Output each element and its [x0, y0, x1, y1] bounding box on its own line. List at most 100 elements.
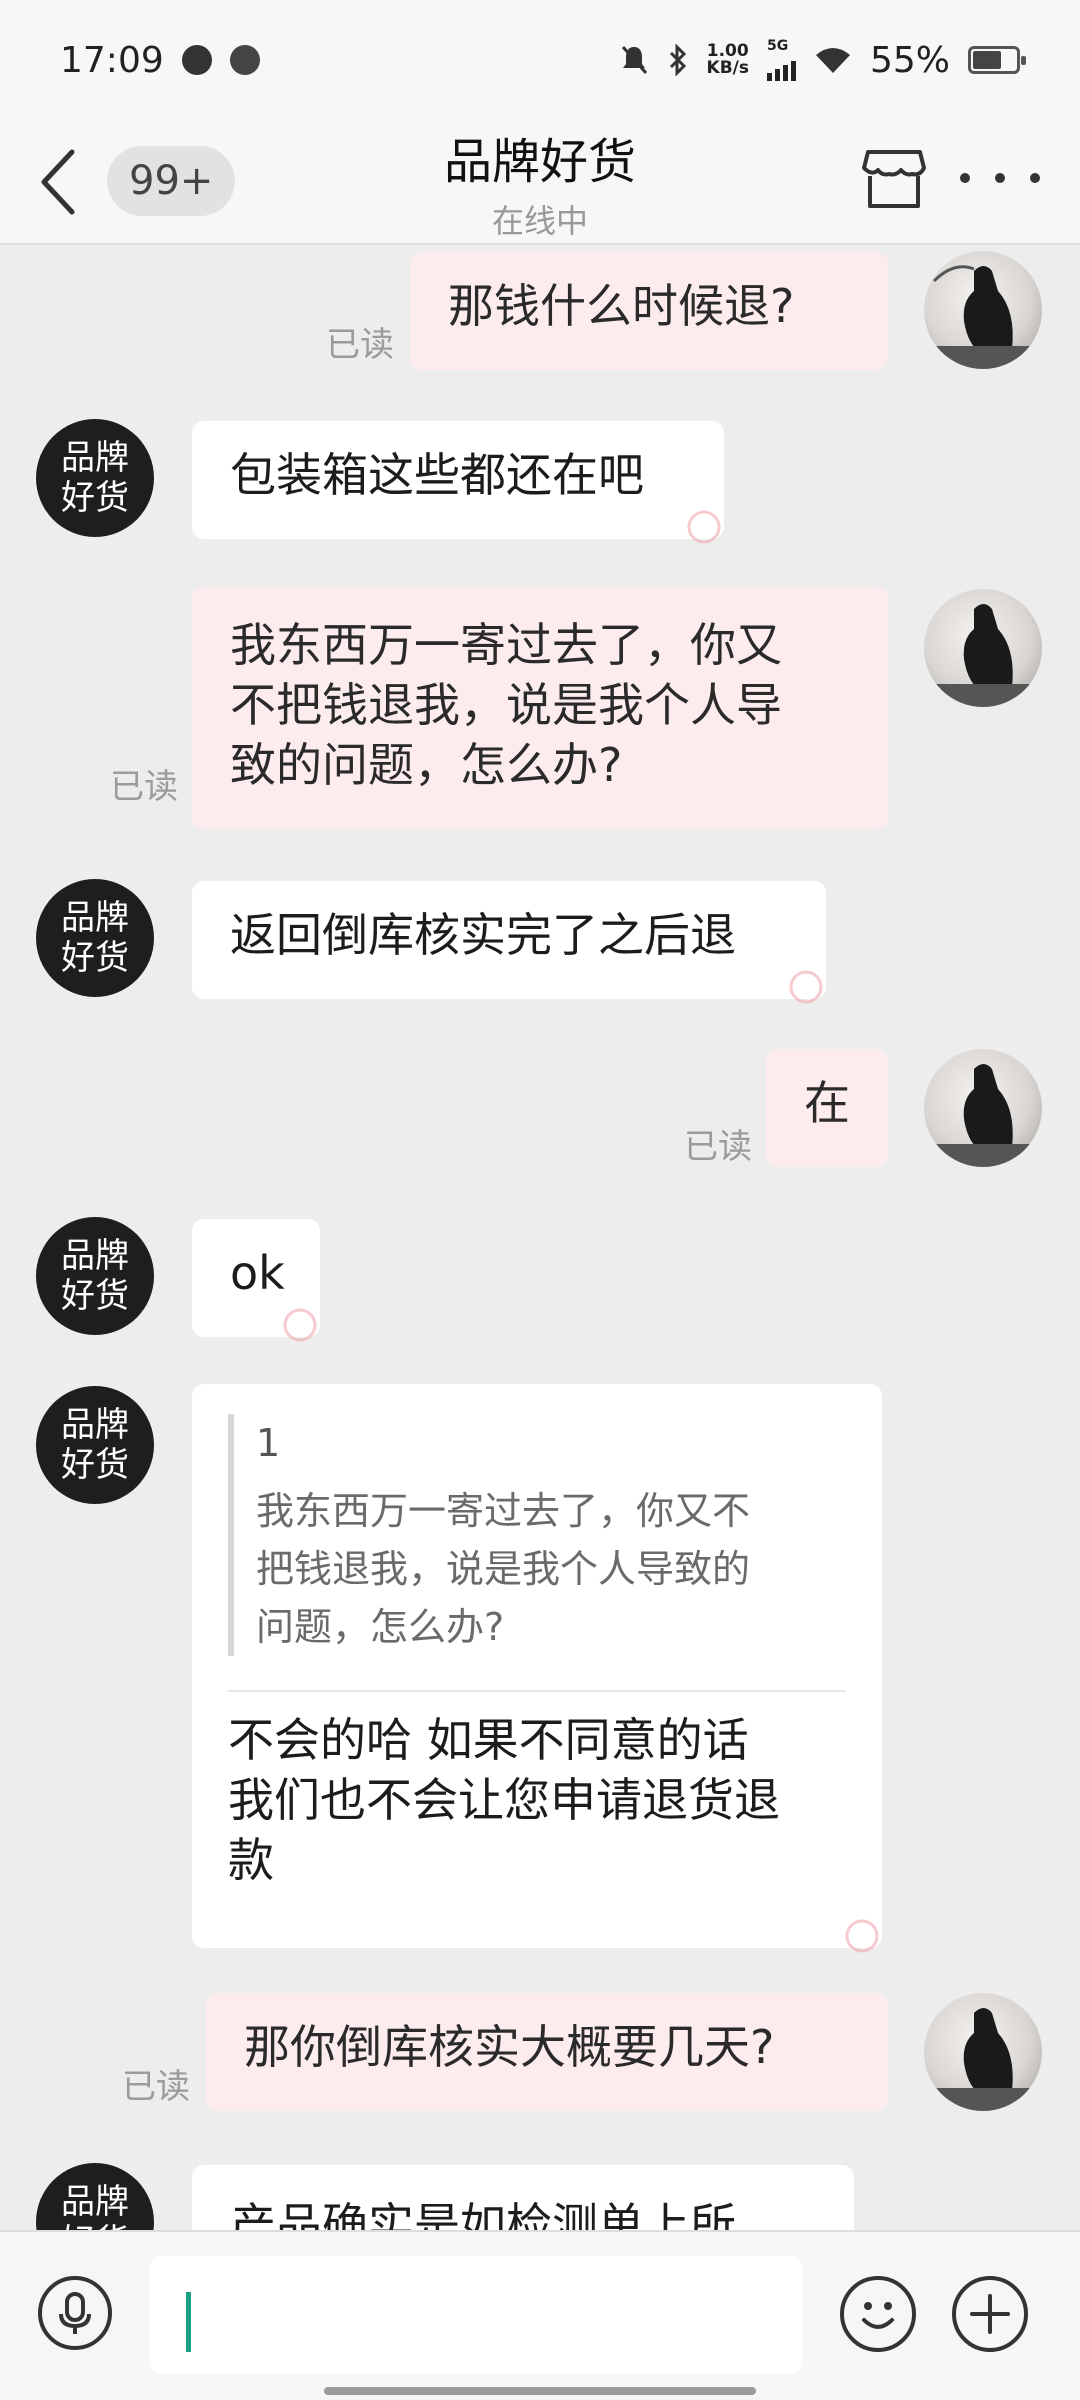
shop-avatar[interactable]: 品牌 好货 [36, 2163, 154, 2230]
message-bubble[interactable]: 返回倒库核实完了之后退 [192, 881, 826, 1004]
dot-icon [995, 173, 1005, 183]
crow-icon [924, 1064, 1042, 1167]
shop-watermark-icon [789, 970, 823, 1004]
message-line: 我东西万一寄过去了，你又 [230, 618, 782, 672]
shop-avatar[interactable]: 品牌 好货 [36, 1217, 154, 1335]
microphone-icon [59, 2292, 91, 2334]
chat-area[interactable]: 已读 那钱什么时候退? 品牌 好货 包装箱这些都还在吧 已读 我东西万一寄过去了… [0, 247, 1080, 2230]
message-bubble[interactable]: ok [192, 1219, 320, 1342]
text-cursor [186, 2292, 191, 2352]
user-avatar[interactable] [924, 1993, 1042, 2111]
shop-watermark-icon [845, 1919, 879, 1953]
read-receipt: 已读 [122, 2067, 190, 2107]
timer-icon [229, 45, 260, 75]
store-icon[interactable] [860, 144, 928, 212]
voice-input-button[interactable] [38, 2276, 112, 2350]
signal-bars-icon [766, 53, 796, 81]
message-text: 那你倒库核实大概要几天? [244, 2020, 775, 2074]
shop-watermark-icon [687, 510, 721, 544]
message-bubble[interactable]: 那你倒库核实大概要几天? [206, 1993, 888, 2111]
quoted-message[interactable]: 1 我东西万一寄过去了，你又不 把钱退我，说是我个人导致的 问题，怎么办? [228, 1414, 846, 1656]
battery-percent: 55% [869, 39, 950, 81]
shop-avatar-line2: 好货 [61, 478, 129, 518]
shop-avatar[interactable]: 品牌 好货 [36, 419, 154, 537]
smiley-icon [862, 2302, 894, 2329]
more-actions-button[interactable] [952, 2276, 1028, 2352]
plus-icon [970, 2294, 1010, 2334]
network-type: 5G [766, 38, 789, 54]
message-bubble[interactable]: 我东西万一寄过去了，你又 不把钱退我，说是我个人导 致的问题，怎么办? [192, 587, 888, 829]
quote-line: 把钱退我，说是我个人导致的 [256, 1547, 751, 1591]
crow-icon [924, 265, 1042, 369]
message-text: 返回倒库核实完了之后退 [230, 908, 736, 962]
more-options-button[interactable] [960, 148, 1040, 208]
message-outgoing: 已读 那你倒库核实大概要几天? [0, 1987, 1080, 2117]
message-text: 在 [804, 1076, 850, 1130]
emoji-button[interactable] [840, 2276, 916, 2352]
message-text: 包装箱这些都还在吧 [230, 448, 644, 502]
shop-avatar-line2: 好货 [61, 2222, 129, 2230]
message-line: 不会的哈 如果不同意的话 [228, 1713, 749, 1767]
status-bar: 17:09 1.00 KB/s 5G 55% [0, 0, 1080, 120]
dot-icon [1030, 173, 1040, 183]
user-avatar[interactable] [924, 1049, 1042, 1167]
crow-icon [924, 604, 1042, 707]
net-speed: 1.00 KB/s [707, 43, 749, 77]
message-bubble[interactable]: 包装箱这些都还在吧 [192, 421, 724, 544]
shop-avatar[interactable]: 品牌 好货 [36, 879, 154, 997]
message-bubble[interactable]: 在 [766, 1049, 888, 1167]
shop-avatar-line1: 品牌 [61, 1236, 129, 1276]
status-left: 17:09 [60, 40, 260, 81]
message-input[interactable] [150, 2256, 802, 2374]
message-line: 款 [228, 1833, 274, 1887]
message-incoming: 品牌 好货 包装箱这些都还在吧 [0, 417, 1080, 547]
input-bar [0, 2230, 1080, 2400]
message-text: 产品确实是如检测单上所 [230, 2198, 736, 2230]
app-notification-icon [181, 45, 212, 75]
user-avatar[interactable] [924, 251, 1042, 369]
quote-line: 我东西万一寄过去了，你又不 [256, 1489, 751, 1533]
shop-avatar-line2: 好货 [61, 1445, 129, 1485]
shop-avatar-line2: 好货 [61, 938, 129, 978]
read-receipt: 已读 [110, 767, 178, 807]
read-receipt: 已读 [326, 325, 394, 365]
message-line: 我们也不会让您申请退货退 [228, 1773, 780, 1827]
user-avatar[interactable] [924, 589, 1042, 707]
home-indicator[interactable] [324, 2387, 756, 2395]
message-line: 不把钱退我，说是我个人导 [230, 678, 782, 732]
message-outgoing: 已读 我东西万一寄过去了，你又 不把钱退我，说是我个人导 致的问题，怎么办? [0, 587, 1080, 837]
battery-icon [968, 46, 1026, 74]
message-incoming: 品牌 好货 ok [0, 1215, 1080, 1345]
message-bubble[interactable]: 那钱什么时候退? [410, 252, 888, 370]
shop-avatar[interactable]: 品牌 好货 [36, 1386, 154, 1504]
shop-avatar-line1: 品牌 [61, 898, 129, 938]
wifi-icon [815, 48, 850, 73]
divider [228, 1690, 846, 1692]
shop-avatar-line1: 品牌 [61, 2182, 129, 2222]
message-line: 致的问题，怎么办? [230, 738, 623, 792]
dot-icon [960, 173, 970, 183]
chat-header: 99+ 品牌好货 在线中 [0, 120, 1080, 245]
message-outgoing: 已读 那钱什么时候退? [0, 247, 1080, 377]
message-outgoing: 已读 在 [0, 1047, 1080, 1177]
quote-line: 问题，怎么办? [256, 1605, 505, 1649]
shop-avatar-line2: 好货 [61, 1276, 129, 1316]
message-text: ok [230, 1246, 285, 1300]
mute-icon [621, 46, 647, 74]
bluetooth-icon [669, 44, 686, 76]
message-incoming-quote: 品牌 好货 1 我东西万一寄过去了，你又不 把钱退我，说是我个人导致的 问题，怎… [0, 1380, 1080, 1953]
shop-avatar-line1: 品牌 [61, 438, 129, 478]
status-right: 1.00 KB/s 5G 55% [619, 38, 1026, 81]
message-bubble[interactable]: 1 我东西万一寄过去了，你又不 把钱退我，说是我个人导致的 问题，怎么办? 不会… [192, 1384, 882, 1953]
net-speed-unit: KB/s [706, 58, 749, 78]
crow-icon [924, 2008, 1042, 2111]
message-text: 那钱什么时候退? [448, 279, 795, 333]
shop-watermark-icon [283, 1308, 317, 1342]
message-incoming: 品牌 好货 产品确实是如检测单上所 [0, 2163, 1080, 2230]
message-bubble[interactable]: 产品确实是如检测单上所 [192, 2165, 854, 2230]
clock: 17:09 [60, 39, 164, 81]
shop-avatar-line1: 品牌 [61, 1405, 129, 1445]
read-receipt: 已读 [684, 1127, 752, 1167]
message-incoming: 品牌 好货 返回倒库核实完了之后退 [0, 877, 1080, 1007]
cellular-signal: 5G [766, 38, 796, 81]
